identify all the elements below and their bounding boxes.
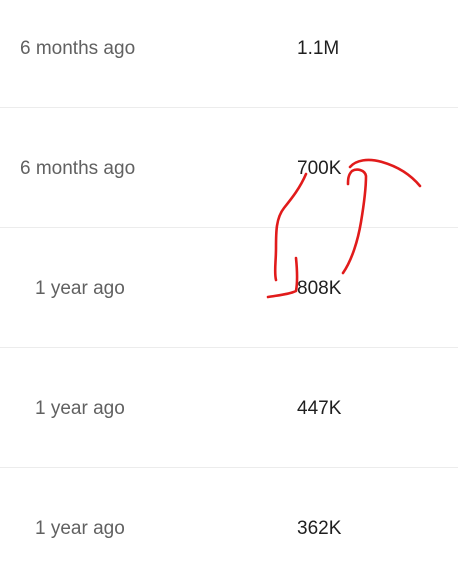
list-item[interactable]: 1 year ago 362K (0, 468, 458, 579)
view-count: 700K (297, 158, 342, 179)
view-count: 362K (297, 518, 342, 539)
upload-date: 1 year ago (35, 518, 125, 539)
upload-date: 6 months ago (20, 38, 136, 59)
upload-date: 1 year ago (35, 278, 125, 299)
video-stats-list: 6 months ago 1.1M 6 months ago 700K 1 ye… (0, 0, 458, 579)
view-count: 1.1M (297, 38, 340, 59)
list-item[interactable]: 6 months ago 700K (0, 108, 458, 228)
view-count: 808K (297, 278, 342, 299)
list-item[interactable]: 1 year ago 808K (0, 228, 458, 348)
upload-date: 1 year ago (35, 398, 125, 419)
upload-date: 6 months ago (20, 158, 136, 179)
view-count: 447K (297, 398, 342, 419)
list-item[interactable]: 1 year ago 447K (0, 348, 458, 468)
list-item[interactable]: 6 months ago 1.1M (0, 0, 458, 107)
